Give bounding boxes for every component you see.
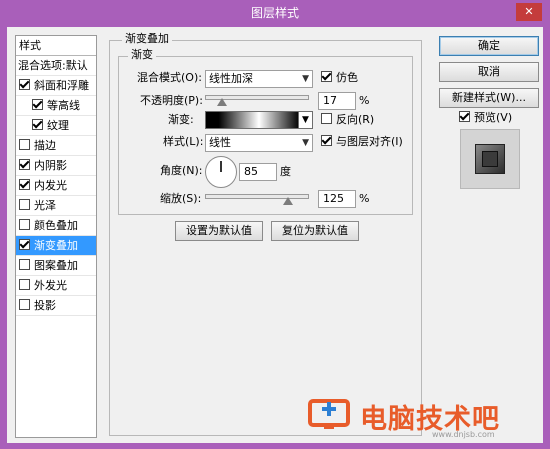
style-item[interactable]: 描边 (16, 136, 96, 156)
scale-slider-thumb[interactable] (283, 197, 293, 205)
style-item[interactable]: 渐变叠加 (16, 236, 96, 256)
align-check-icon (321, 135, 332, 146)
opacity-unit: % (359, 94, 370, 107)
reset-default-button[interactable]: 复位为默认值 (271, 221, 359, 241)
gradient-overlay-title: 渐变叠加 (122, 32, 172, 45)
preview-inner-square (482, 151, 498, 167)
style-item[interactable]: 图案叠加 (16, 256, 96, 276)
align-with-layer-checkbox[interactable]: 与图层对齐(I) (321, 134, 403, 150)
cancel-button[interactable]: 取消 (439, 62, 539, 82)
scale-label: 缩放(S): (160, 192, 202, 205)
style-item-label: 等高线 (47, 99, 80, 112)
style-item-checkbox[interactable] (19, 159, 30, 170)
style-item-label: 内发光 (34, 179, 67, 192)
style-item-label: 内阴影 (34, 159, 67, 172)
style-item[interactable]: 内发光 (16, 176, 96, 196)
opacity-slider-thumb[interactable] (217, 98, 228, 106)
style-item-checkbox[interactable] (32, 99, 43, 110)
scale-input[interactable]: 125 (318, 190, 356, 208)
gradient-label: 渐变: (168, 113, 194, 126)
style-item-label: 渐变叠加 (34, 239, 78, 252)
style-preview-thumbnail (460, 129, 520, 189)
style-item-label: 光泽 (34, 199, 56, 212)
blend-mode-label: 混合模式(O): (137, 71, 202, 84)
style-item-checkbox[interactable] (19, 259, 30, 270)
style-item-checkbox[interactable] (19, 239, 30, 250)
blend-options-label: 混合选项:默认 (18, 59, 88, 72)
style-item-label: 斜面和浮雕 (34, 79, 89, 92)
style-item[interactable]: 等高线 (16, 96, 96, 116)
style-item-label: 外发光 (34, 279, 67, 292)
opacity-input[interactable]: 17 (318, 92, 356, 110)
style-item-label: 图案叠加 (34, 259, 78, 272)
preview-bevel-square (475, 144, 505, 174)
style-value: 线性 (209, 136, 231, 149)
reverse-checkbox[interactable]: 反向(R) (321, 112, 374, 128)
scale-unit: % (359, 192, 370, 205)
dither-check-icon (321, 71, 332, 82)
styles-header[interactable]: 样式 (16, 36, 96, 56)
new-style-button[interactable]: 新建样式(W)... (439, 88, 539, 108)
set-default-button[interactable]: 设置为默认值 (175, 221, 263, 241)
chevron-down-icon: ▼ (302, 74, 309, 84)
window-title: 图层样式 (250, 6, 299, 20)
style-item[interactable]: 纹理 (16, 116, 96, 136)
align-label: 与图层对齐(I) (336, 135, 403, 148)
style-item-checkbox[interactable] (19, 299, 30, 310)
gradient-dropdown-button[interactable]: ▼ (298, 111, 313, 129)
style-item[interactable]: 投影 (16, 296, 96, 316)
blend-mode-value: 线性加深 (209, 72, 253, 85)
style-item[interactable]: 光泽 (16, 196, 96, 216)
style-item[interactable]: 斜面和浮雕 (16, 76, 96, 96)
blend-options-item[interactable]: 混合选项:默认 (16, 56, 96, 76)
style-item-checkbox[interactable] (19, 79, 30, 90)
style-item-checkbox[interactable] (19, 199, 30, 210)
angle-dial[interactable] (205, 156, 237, 188)
reverse-label: 反向(R) (336, 113, 375, 126)
style-item-label: 描边 (34, 139, 56, 152)
angle-unit: 度 (280, 165, 291, 178)
style-item-checkbox[interactable] (19, 139, 30, 150)
angle-label: 角度(N): (160, 164, 203, 177)
dither-checkbox[interactable]: 仿色 (321, 70, 358, 86)
scale-slider-track[interactable] (205, 194, 309, 199)
style-item-checkbox[interactable] (32, 119, 43, 130)
style-item[interactable]: 内阴影 (16, 156, 96, 176)
title-bar[interactable]: 图层样式 ✕ (0, 0, 550, 24)
style-item-label: 颜色叠加 (34, 219, 78, 232)
preview-label: 预览(V) (474, 111, 513, 124)
watermark: 电脑技术吧 www.dnjsb.com (300, 388, 545, 443)
style-label: 样式(L): (163, 135, 204, 148)
angle-input[interactable]: 85 (239, 163, 277, 181)
watermark-url: www.dnjsb.com (432, 430, 495, 439)
dither-label: 仿色 (336, 71, 358, 84)
angle-dial-hand (220, 161, 222, 172)
ok-button[interactable]: 确定 (439, 36, 539, 56)
preview-checkbox[interactable]: 预览(V) (459, 110, 512, 126)
style-item-label: 纹理 (47, 119, 69, 132)
style-item[interactable]: 外发光 (16, 276, 96, 296)
blend-mode-select[interactable]: 线性加深 ▼ (205, 70, 313, 88)
style-item-checkbox[interactable] (19, 279, 30, 290)
close-button[interactable]: ✕ (516, 3, 542, 21)
style-select[interactable]: 线性 ▼ (205, 134, 313, 152)
gradient-subgroup-title: 渐变 (128, 48, 156, 61)
monitor-logo-icon (308, 399, 350, 429)
style-item[interactable]: 颜色叠加 (16, 216, 96, 236)
style-item-checkbox[interactable] (19, 179, 30, 190)
reverse-check-icon (321, 113, 332, 124)
gradient-picker[interactable] (205, 111, 313, 129)
style-item-checkbox[interactable] (19, 219, 30, 230)
chevron-down-icon: ▼ (302, 138, 309, 148)
preview-check-icon (459, 111, 470, 122)
styles-list: 样式 混合选项:默认 斜面和浮雕等高线纹理描边内阴影内发光光泽颜色叠加渐变叠加图… (15, 35, 97, 438)
opacity-label: 不透明度(P): (140, 94, 203, 107)
style-item-label: 投影 (34, 299, 56, 312)
